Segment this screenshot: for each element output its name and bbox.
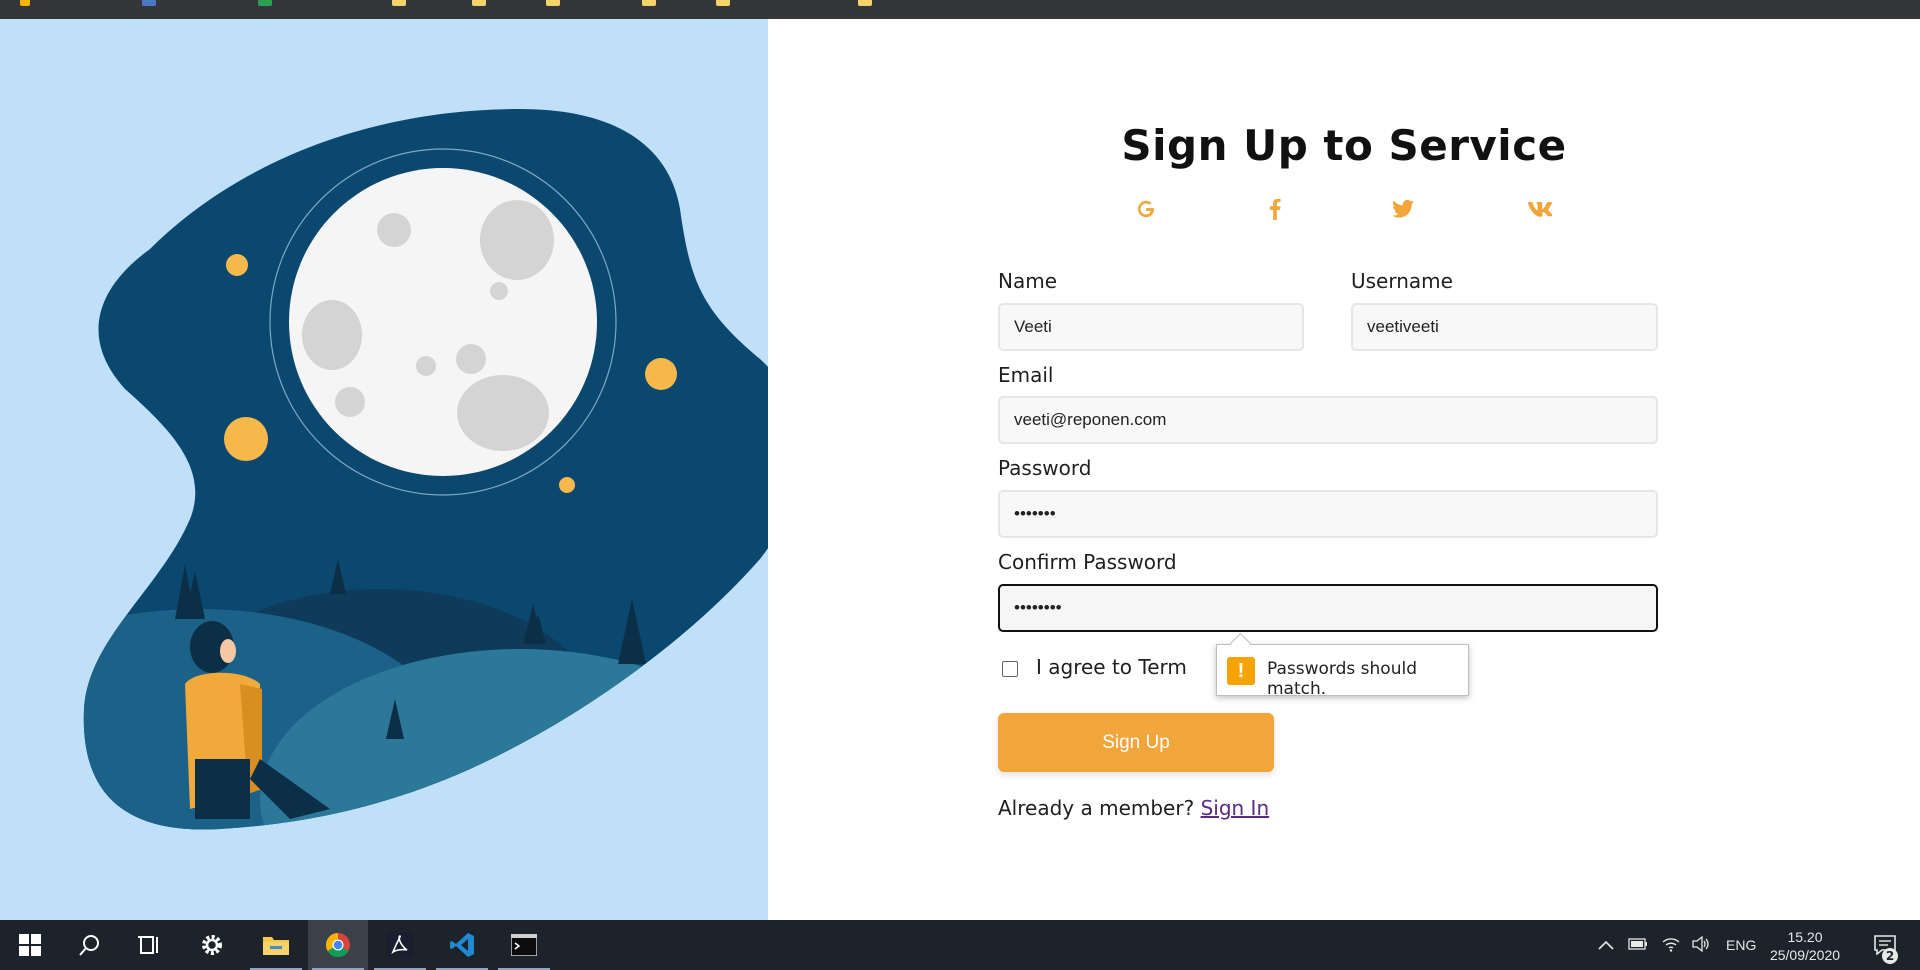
signup-form-panel: Sign Up to Service Name Username Email P…: [768, 19, 1920, 920]
clock-time: 15.20: [1787, 929, 1823, 945]
confirm-password-label: Confirm Password: [998, 550, 1177, 574]
bookmark-icon[interactable]: [142, 0, 156, 6]
language-indicator[interactable]: ENG: [1726, 937, 1756, 953]
password-input[interactable]: [998, 490, 1658, 538]
terms-checkbox[interactable]: [1002, 661, 1018, 677]
acrobat-icon[interactable]: [370, 920, 430, 970]
star: [559, 477, 575, 493]
notification-center-icon[interactable]: 2: [1860, 920, 1910, 970]
vk-icon[interactable]: [1525, 194, 1555, 224]
folder-icon[interactable]: [716, 0, 730, 6]
star: [645, 358, 677, 390]
bookmark-icon[interactable]: [258, 0, 272, 6]
page-title: Sign Up to Service: [1121, 121, 1567, 170]
signup-button[interactable]: Sign Up: [998, 713, 1274, 772]
twitter-icon[interactable]: [1388, 194, 1418, 224]
google-icon[interactable]: [1131, 194, 1161, 224]
clock-date: 25/09/2020: [1769, 947, 1841, 963]
task-view-icon[interactable]: [120, 920, 180, 970]
notification-count-badge: 2: [1882, 948, 1898, 964]
chevron-up-icon[interactable]: [1598, 937, 1614, 953]
folder-icon[interactable]: [858, 0, 872, 6]
windows-start-icon[interactable]: [0, 920, 60, 970]
night-illustration: [83, 109, 768, 830]
folder-icon[interactable]: [472, 0, 486, 6]
warning-icon: !: [1227, 657, 1255, 685]
vscode-icon[interactable]: [432, 920, 492, 970]
bookmark-bar: [0, 0, 1920, 19]
terminal-icon[interactable]: [494, 920, 554, 970]
member-prefix: Already a member?: [998, 796, 1195, 820]
star: [224, 417, 268, 461]
signin-prompt: Already a member? Sign In: [998, 796, 1269, 820]
clock[interactable]: 15.20 25/09/2020: [1760, 928, 1850, 964]
password-label: Password: [998, 456, 1092, 480]
volume-icon[interactable]: [1692, 935, 1710, 955]
settings-gear-icon[interactable]: [182, 920, 242, 970]
battery-icon[interactable]: [1628, 937, 1648, 953]
confirm-password-input[interactable]: [998, 584, 1658, 632]
chrome-icon[interactable]: [308, 920, 368, 970]
taskbar: ENG 15.20 25/09/2020 2: [0, 920, 1920, 970]
name-label: Name: [998, 269, 1058, 293]
file-explorer-icon[interactable]: [246, 920, 306, 970]
username-label: Username: [1351, 269, 1453, 293]
star: [226, 254, 248, 276]
search-icon[interactable]: [60, 920, 120, 970]
validation-message: Passwords should match.: [1267, 659, 1417, 699]
email-label: Email: [998, 363, 1054, 387]
folder-icon[interactable]: [546, 0, 560, 6]
folder-icon[interactable]: [392, 0, 406, 6]
name-input[interactable]: [998, 303, 1304, 351]
signin-link[interactable]: Sign In: [1201, 796, 1270, 820]
system-tray: ENG: [1598, 920, 1756, 970]
terms-label[interactable]: I agree to Terms and Conditions: [1036, 655, 1188, 679]
illustration-panel: [0, 19, 768, 920]
facebook-icon[interactable]: [1260, 194, 1290, 224]
bookmark-icon[interactable]: [20, 0, 30, 6]
email-input[interactable]: [998, 396, 1658, 444]
username-input[interactable]: [1351, 303, 1658, 351]
folder-icon[interactable]: [642, 0, 656, 6]
validation-tooltip: ! Passwords should match.: [1216, 644, 1469, 699]
wifi-icon[interactable]: [1662, 936, 1680, 955]
